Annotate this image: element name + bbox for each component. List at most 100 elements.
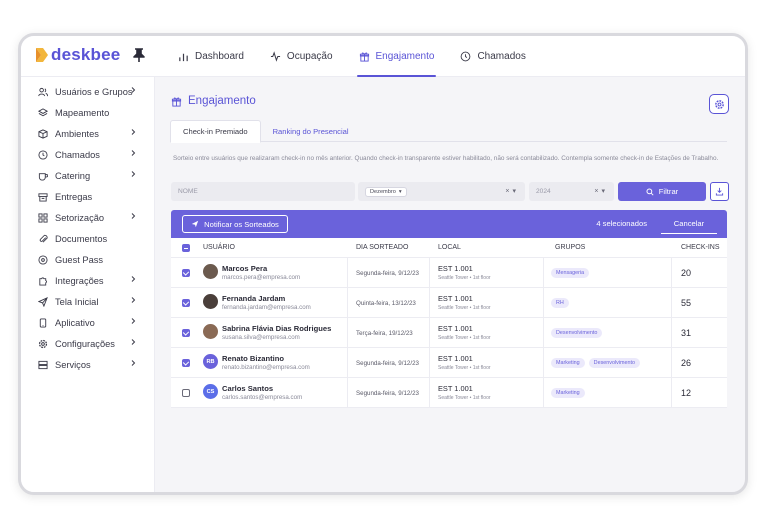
sidebar-item-label: Catering [55, 170, 91, 181]
phone-icon [39, 317, 47, 328]
column-divider [429, 288, 430, 317]
sidebar-item-label: Chamados [55, 149, 100, 160]
column-divider [543, 378, 544, 407]
column-divider [671, 378, 672, 407]
notify-winners-button[interactable]: Notificar os Sorteados [182, 215, 288, 233]
year-filter-select[interactable]: 2024 ×▾ [529, 182, 614, 201]
sidebar-item-configuracoes[interactable]: Configurações [21, 333, 154, 354]
logo[interactable]: deskbee [35, 45, 120, 65]
group-chip: Marketing [551, 358, 585, 368]
paperclip-icon [39, 234, 48, 243]
checkin-count: 26 [681, 358, 692, 368]
column-divider [429, 378, 430, 407]
row-checkbox[interactable] [182, 269, 190, 277]
sidebar-item-servicos[interactable]: Serviços [21, 354, 154, 375]
gear-icon [714, 99, 724, 109]
user-name: Sabrina Flávia Dias Rodrigues [222, 324, 332, 333]
sidebar-item-entregas[interactable]: Entregas [21, 186, 154, 207]
chevron-right-icon [131, 297, 136, 303]
header-check-ins: CHECK-INS [681, 244, 720, 251]
row-checkbox[interactable] [182, 359, 190, 367]
draw-date: Terça-feira, 19/12/23 [356, 330, 413, 337]
table-row: CS Carlos Santos carlos.santos@empresa.com… [171, 378, 727, 408]
chevron-down-icon: ▾ [398, 188, 402, 195]
filter-button[interactable]: Filtrar [618, 182, 706, 201]
column-divider [543, 258, 544, 287]
chevron-down-icon[interactable]: ▾ [512, 188, 519, 195]
row-checkbox[interactable] [182, 329, 190, 337]
sidebar-item-setorizacao[interactable]: Setorização [21, 207, 154, 228]
nav-dashboard[interactable]: Dashboard [176, 36, 246, 77]
export-button[interactable] [710, 182, 729, 201]
location: EST 1.001 [438, 324, 473, 333]
settings-button[interactable] [709, 94, 729, 114]
nav-ocupacao[interactable]: Ocupação [268, 36, 335, 77]
row-checkbox[interactable] [182, 389, 190, 397]
box-icon [38, 192, 48, 202]
chevron-down-icon[interactable]: ▾ [601, 188, 608, 195]
tab-check-in-premiado[interactable]: Check-in Premiado [170, 120, 261, 143]
selection-action-bar: Notificar os Sorteados 4 selecionados Ca… [171, 210, 727, 238]
top-nav: Dashboard Ocupação Engajamento Chamados [176, 36, 528, 77]
nav-engajamento-label: Engajamento [375, 51, 435, 62]
nav-chamados-label: Chamados [477, 51, 526, 62]
sidebar-item-documentos[interactable]: Documentos [21, 228, 154, 249]
user-email: renato.bizantino@empresa.com [222, 364, 310, 371]
sidebar-item-catering[interactable]: Catering [21, 165, 154, 186]
cancel-button[interactable]: Cancelar [661, 214, 717, 234]
gift-icon [171, 97, 182, 107]
sidebar-item-label: Setorização [55, 212, 105, 223]
sidebar-item-chamados[interactable]: Chamados [21, 144, 154, 165]
table-row: Marcos Pera marcos.pera@empresa.com Segund… [171, 258, 727, 288]
table-header: USUÁRIO DIA SORTEADO LOCAL GRUPOS CHECK-… [171, 238, 727, 258]
sidebar-item-label: Entregas [55, 191, 93, 202]
send-icon [191, 220, 199, 228]
month-filter-select[interactable]: Dezembro ▾ ×▾ [358, 182, 525, 201]
pin-icon[interactable] [132, 47, 146, 63]
name-filter-input[interactable]: NOME [171, 182, 355, 201]
column-divider [543, 348, 544, 377]
nav-dashboard-label: Dashboard [195, 51, 244, 62]
chevron-right-icon [131, 339, 136, 345]
clock-icon [461, 51, 471, 62]
column-divider [429, 258, 430, 287]
column-divider [671, 348, 672, 377]
header-dia-sorteado: DIA SORTEADO [356, 244, 409, 251]
user-email: marcos.pera@empresa.com [222, 274, 301, 281]
chevron-right-icon [131, 318, 136, 324]
chevron-right-icon [131, 171, 136, 177]
draw-date: Segunda-feira, 9/12/23 [356, 360, 419, 367]
top-bar: deskbee Dashboard Ocupação Engajamento C… [21, 36, 745, 77]
checkin-count: 20 [681, 268, 692, 278]
draw-date: Quinta-feira, 13/12/23 [356, 300, 416, 307]
sidebar-item-usuarios-e-grupos[interactable]: Usuários e Grupos [21, 81, 154, 102]
tab-ranking-presencial[interactable]: Ranking do Presencial [261, 120, 361, 142]
user-email: fernanda.jardam@empresa.com [222, 304, 311, 311]
filters-bar: NOME Dezembro ▾ ×▾ 2024 ×▾ Filtrar [171, 182, 729, 202]
bar-chart-icon [179, 53, 188, 62]
sidebar-item-aplicativo[interactable]: Aplicativo [21, 312, 154, 333]
sidebar-item-integracoes[interactable]: Integrações [21, 270, 154, 291]
main-content: Engajamento Check-in Premiado Ranking do… [155, 77, 745, 492]
chevron-right-icon [131, 129, 136, 135]
nav-chamados[interactable]: Chamados [458, 36, 527, 77]
nav-engajamento[interactable]: Engajamento [356, 36, 437, 77]
grid-icon [38, 212, 48, 223]
header-local: LOCAL [438, 244, 461, 251]
group-chip: Mensageria [551, 268, 590, 278]
group-chip: Marketing [551, 388, 585, 398]
row-checkbox[interactable] [182, 299, 190, 307]
sidebar-item-mapeamento[interactable]: Mapeamento [21, 102, 154, 123]
chevron-right-icon [131, 87, 136, 93]
gear-icon [38, 339, 48, 348]
column-divider [671, 318, 672, 347]
location: EST 1.001 [438, 354, 473, 363]
user-name: Marcos Pera [222, 264, 268, 273]
sidebar-item-label: Usuários e Grupos [55, 86, 133, 97]
sidebar-item-guest-pass[interactable]: Guest Pass [21, 249, 154, 270]
sidebar-item-label: Configurações [55, 338, 115, 349]
chevron-right-icon [131, 360, 136, 366]
sidebar-item-ambientes[interactable]: Ambientes [21, 123, 154, 144]
select-all-checkbox[interactable] [182, 244, 190, 252]
sidebar-item-tela-inicial[interactable]: Tela Inicial [21, 291, 154, 312]
